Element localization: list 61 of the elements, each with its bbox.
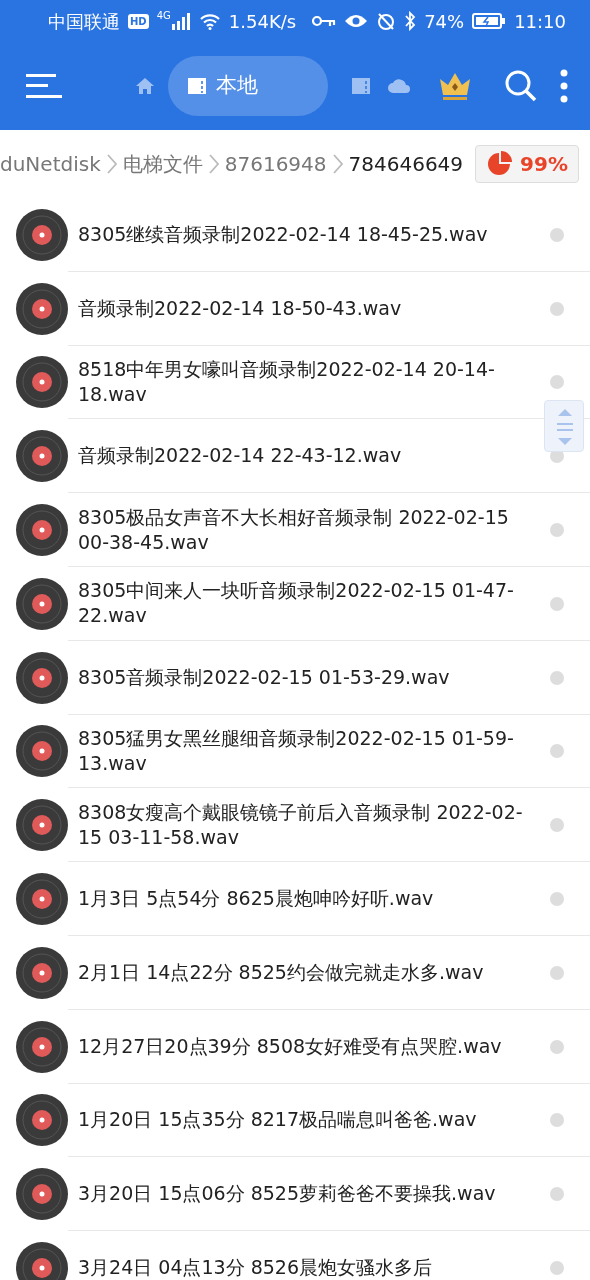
network-speed: 1.54K/s — [228, 9, 297, 34]
more-button[interactable] — [560, 69, 568, 103]
select-radio[interactable] — [550, 892, 564, 907]
select-radio[interactable] — [550, 1113, 564, 1128]
search-button[interactable] — [504, 69, 538, 103]
audio-file-icon — [16, 1094, 68, 1147]
chevron-icon — [206, 153, 221, 175]
alarm-icon — [376, 11, 397, 31]
memory-card-tab[interactable] — [350, 75, 372, 97]
battery-icon — [472, 12, 507, 30]
menu-button[interactable] — [26, 71, 62, 101]
audio-file-icon — [16, 504, 68, 557]
signal-icon — [170, 12, 191, 30]
select-radio[interactable] — [550, 744, 564, 759]
breadcrumb-item[interactable]: duNetdisk — [0, 149, 101, 179]
audio-file-icon — [16, 873, 68, 926]
select-radio[interactable] — [550, 375, 564, 390]
select-radio[interactable] — [550, 596, 564, 611]
select-radio[interactable] — [550, 1187, 564, 1202]
select-radio[interactable] — [550, 818, 564, 833]
audio-file-icon — [16, 651, 68, 704]
carrier-name: 中国联通 — [48, 9, 120, 34]
audio-file-icon — [16, 356, 68, 409]
audio-file-icon — [16, 1168, 68, 1221]
select-radio[interactable] — [550, 670, 564, 685]
select-radio[interactable] — [550, 1261, 564, 1276]
breadcrumb-item[interactable]: 784646649 — [348, 149, 464, 179]
crown-button[interactable] — [438, 71, 472, 101]
audio-file-icon — [16, 799, 68, 852]
audio-file-icon — [16, 1242, 68, 1280]
select-radio[interactable] — [550, 523, 564, 538]
audio-file-icon — [16, 282, 68, 335]
audio-file-icon — [16, 1020, 68, 1073]
hd-badge: HD — [128, 13, 149, 29]
audio-file-icon — [16, 577, 68, 630]
wifi-icon — [198, 12, 221, 30]
breadcrumb-item[interactable]: 电梯文件 — [122, 149, 203, 179]
eye-icon — [344, 13, 369, 29]
audio-file-icon — [16, 725, 68, 778]
battery-level: 74% — [424, 9, 465, 34]
select-radio[interactable] — [550, 301, 564, 316]
storage-button[interactable]: 99% — [475, 145, 579, 183]
select-radio[interactable] — [550, 965, 564, 980]
scroll-handle[interactable] — [544, 400, 584, 452]
key-icon — [312, 14, 337, 28]
memory-card-icon — [186, 75, 208, 97]
bluetooth-icon — [404, 11, 417, 31]
chevron-icon — [104, 153, 119, 175]
memory-card-icon — [350, 75, 372, 97]
home-tab[interactable] — [134, 75, 156, 97]
pie-chart-icon — [486, 151, 513, 177]
audio-file-icon — [16, 946, 68, 999]
audio-file-icon — [16, 208, 68, 261]
network-type: 4G — [156, 9, 171, 23]
clock-time: 11:10 — [514, 9, 566, 34]
breadcrumb-item[interactable]: 87616948 — [224, 149, 327, 179]
home-icon — [134, 75, 156, 97]
audio-file-icon — [16, 430, 68, 483]
chevron-icon — [330, 153, 345, 175]
select-radio[interactable] — [550, 227, 564, 242]
select-radio[interactable] — [550, 1039, 564, 1054]
